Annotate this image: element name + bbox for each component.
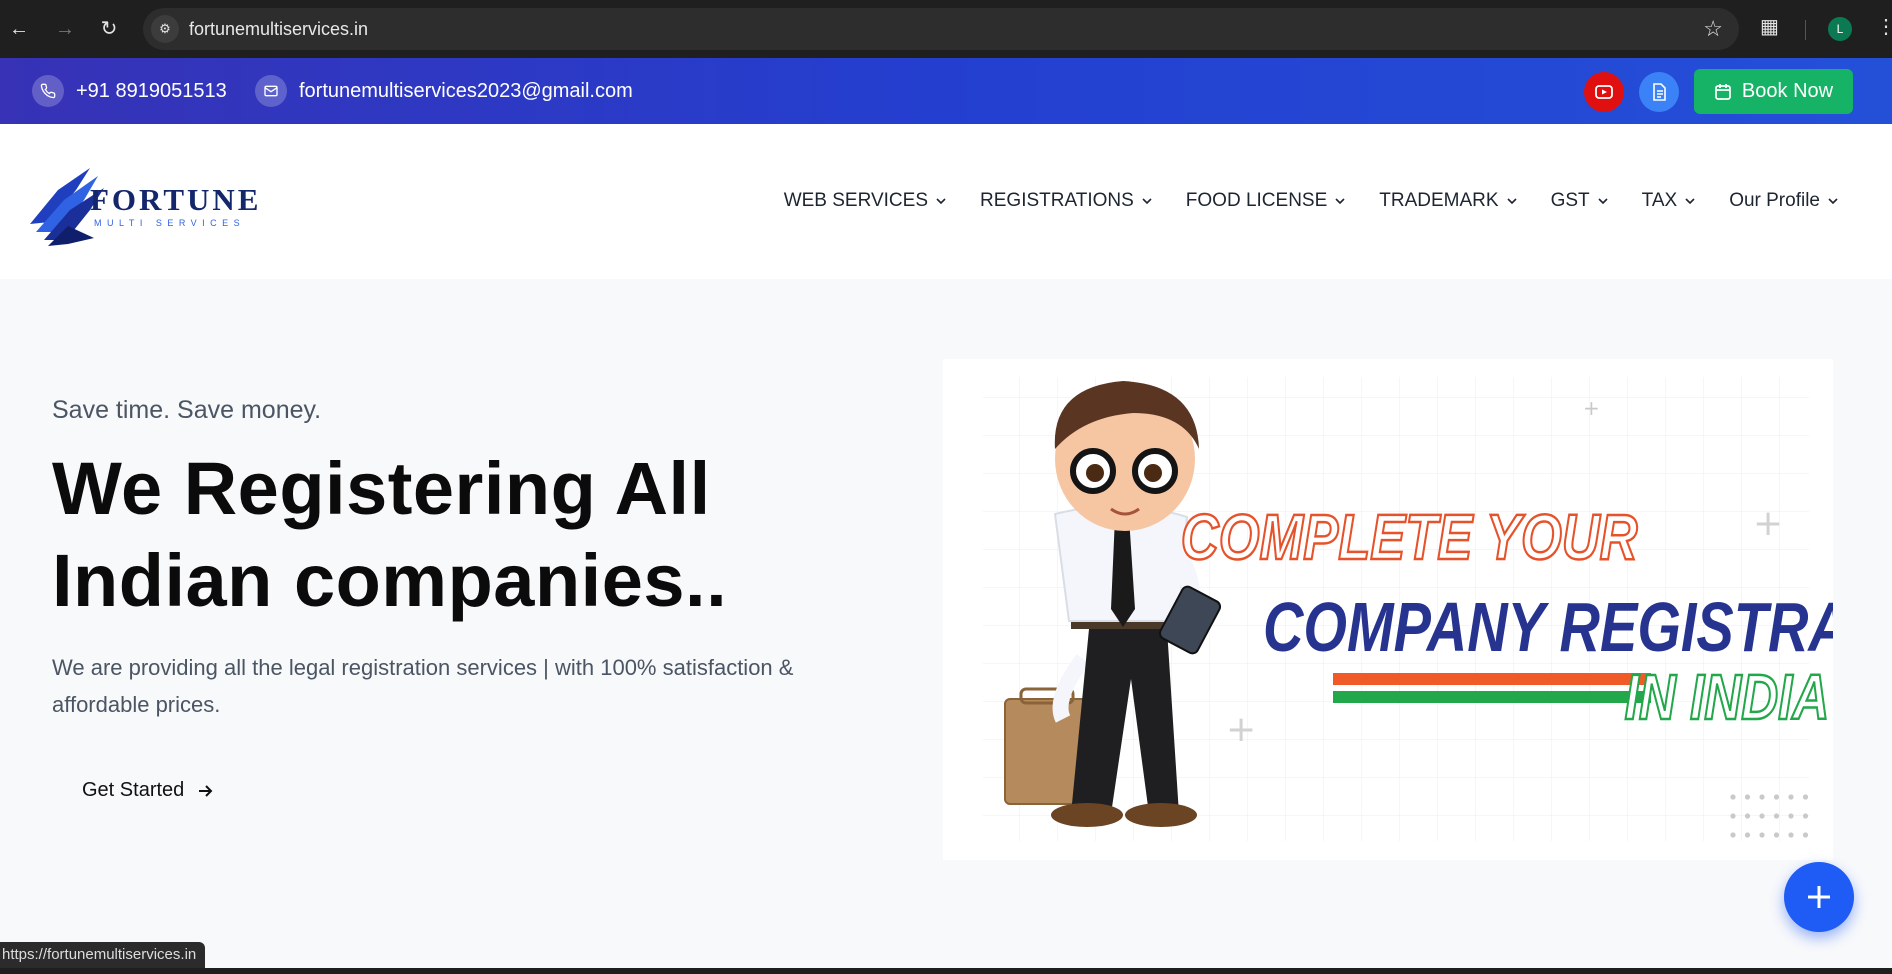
decorative-dot [1773,832,1780,838]
get-started-button[interactable]: Get Started [82,779,214,802]
hero-tagline: Save time. Save money. [52,396,322,424]
nav-item-tax[interactable]: TAX [1642,190,1696,212]
window-bottom-edge [0,968,1892,974]
nav-item-our-profile[interactable]: Our Profile [1729,190,1838,212]
profile-avatar[interactable]: L [1828,17,1852,41]
hero-heading-line-2: Indian companies.. [52,539,728,622]
document-icon[interactable] [1639,72,1679,112]
chevron-down-icon [1142,198,1152,205]
chevron-down-icon [1685,198,1695,205]
decorative-dot [1788,832,1794,838]
reload-icon[interactable]: ↻ [94,14,124,44]
floating-add-button[interactable] [1784,862,1854,932]
decorative-dot [1744,794,1751,800]
email-address[interactable]: fortunemultiservices2023@gmail.com [299,80,633,103]
nav-item-trademark[interactable]: TRADEMARK [1379,190,1517,212]
decorative-dot [1759,832,1765,838]
email-contact[interactable]: fortunemultiservices2023@gmail.com [255,75,633,107]
book-now-label: Book Now [1741,80,1834,102]
forward-icon[interactable]: → [50,14,80,44]
svg-text:+: + [1226,709,1256,750]
nav-menu: WEB SERVICES REGISTRATIONS FOOD LICENSE TRA… [750,190,1838,212]
nav-item-label: TRADEMARK [1379,190,1499,211]
decorative-dot [1788,794,1794,800]
logo-subtitle: MULTI SERVICES [94,218,245,228]
contact-topbar: +91 8919051513 fortunemultiservices2023@… [0,58,1892,124]
chevron-down-icon [936,198,946,205]
logo-name: FORTUNE [90,182,258,217]
hero-description: We are providing all the legal registrat… [52,655,794,717]
decorative-dot [1773,813,1780,819]
arrow-right-icon [199,784,213,797]
fortune-logo[interactable]: FORTUNE MULTI SERVICES [28,160,258,250]
phone-contact[interactable]: +91 8919051513 [32,75,227,107]
nav-item-label: FOOD LICENSE [1185,190,1328,211]
decorative-dot [1744,832,1751,838]
url-text[interactable]: fortunemultiservices.in [189,19,368,40]
hero-text: Save time. Save money. We Registering Al… [52,396,882,723]
plus-icon [1808,886,1830,908]
chevron-down-icon [1828,198,1838,205]
calendar-icon [1715,83,1731,100]
phone-number[interactable]: +91 8919051513 [76,80,227,103]
book-now-button[interactable]: Book Now [1694,69,1853,114]
hero-heading: We Registering All Indian companies.. [52,443,882,627]
decorative-dot [1744,813,1751,819]
extensions-icon[interactable]: ▦ [1760,14,1779,39]
toolbar-divider [1805,20,1806,40]
bookmark-star-icon[interactable]: ☆ [1703,16,1723,42]
address-bar[interactable]: ⚙ fortunemultiservices.in ☆ [143,8,1739,50]
nav-item-label: REGISTRATIONS [980,190,1134,211]
back-icon[interactable]: ← [4,14,34,44]
nav-item-food-license[interactable]: FOOD LICENSE [1186,190,1345,212]
status-bar-url: https://fortunemultiservices.in [0,942,206,968]
nav-item-registrations[interactable]: REGISTRATIONS [980,190,1152,212]
nav-item-gst[interactable]: GST [1551,190,1608,212]
decorative-dot [1759,813,1765,819]
chevron-down-icon [1507,198,1517,205]
svg-text:+: + [1583,396,1600,420]
chevron-down-icon [1335,198,1345,205]
decorative-dot [1802,794,1809,800]
decorative-dot [1730,813,1736,819]
decorative-dot [1759,794,1765,800]
phone-icon [32,75,64,107]
browser-menu-icon[interactable]: ⋮ [1876,14,1892,39]
decorative-dot [1773,794,1780,800]
get-started-label: Get Started [82,779,185,801]
nav-item-web-services[interactable]: WEB SERVICES [784,190,946,212]
browser-toolbar: ← → ↻ ⚙ fortunemultiservices.in ☆ ▦ L ⋮ [0,0,1892,58]
hero-banner-image: + + + COMPLETE YOUR COMPANY REGISTR IN I… [943,359,1833,860]
decorative-dot [1802,813,1809,819]
nav-item-label: TAX [1641,190,1678,211]
decorative-dot [1730,832,1736,838]
main-navbar: FORTUNE MULTI SERVICES WEB SERVICES REGIS… [0,124,1892,279]
decorative-dot [1802,832,1809,838]
svg-text:+: + [1753,503,1783,544]
decorative-dot [1730,794,1736,800]
banner-line-1: COMPLETE YOUR [1181,502,1638,573]
site-info-icon[interactable]: ⚙ [151,15,179,43]
nav-item-label: WEB SERVICES [783,190,929,211]
decorative-dot [1788,813,1794,819]
chevron-down-icon [1598,198,1608,205]
banner-line-3: IN INDIA [1625,663,1830,734]
hero-heading-line-1: We Registering All [52,447,711,530]
youtube-icon[interactable] [1584,72,1624,112]
nav-item-label: GST [1550,190,1590,211]
mail-icon [255,75,287,107]
banner-line-2: COMPANY REGISTRATION [1263,589,1833,666]
nav-item-label: Our Profile [1729,190,1820,211]
